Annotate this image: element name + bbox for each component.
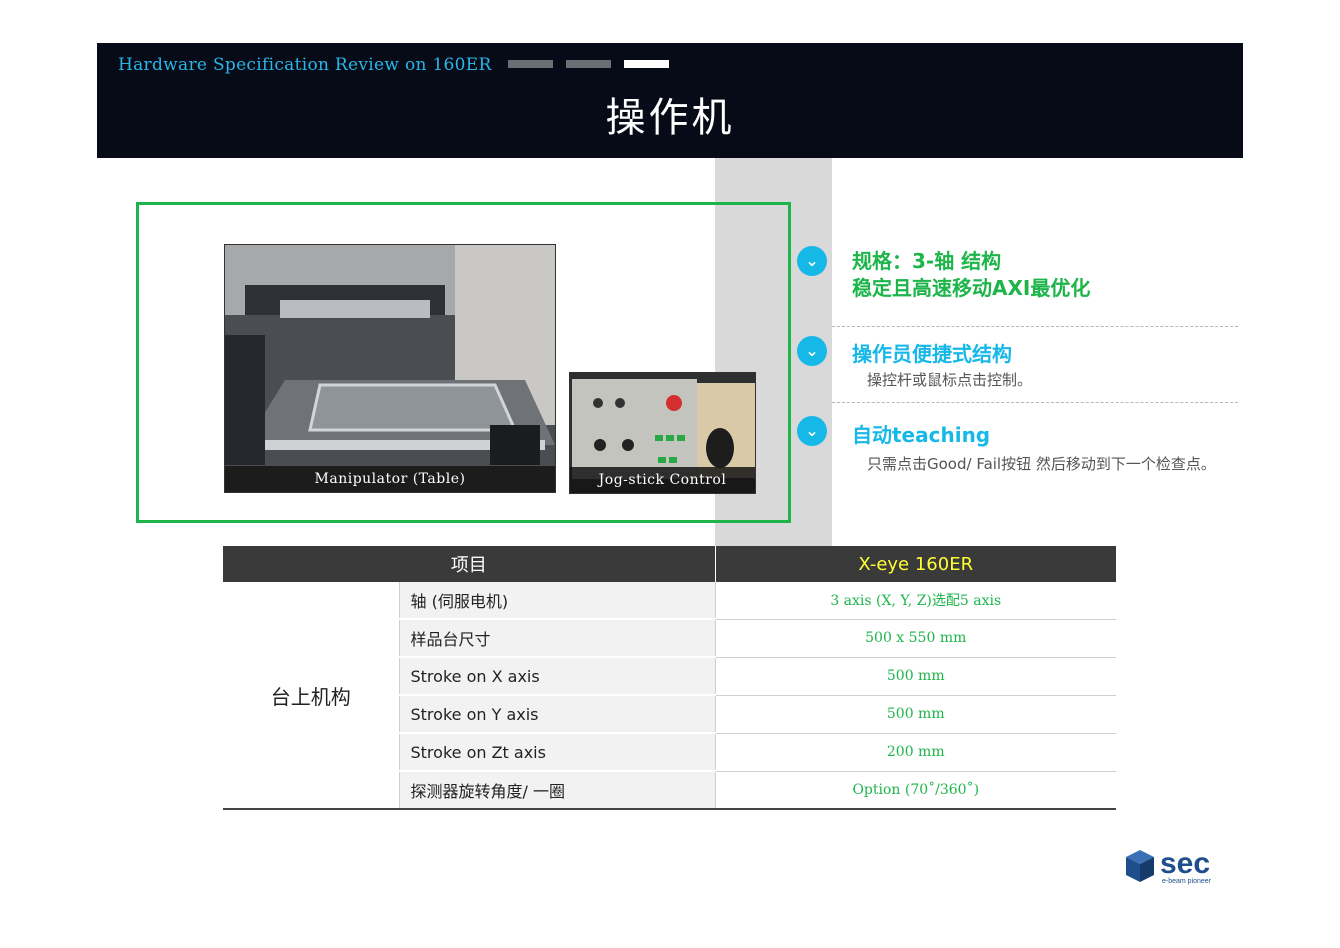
cube-logo-icon: sec e-beam pioneer [1126,847,1212,885]
row-item: 样品台尺寸 [399,619,716,658]
column-header-item: 项目 [223,546,716,582]
spec-table: 项目 X-eye 160ER 台上机构 轴 (伺服电机) 3 axis (X, … [223,546,1116,810]
feature-title-2: 操作员便捷式结构 [852,342,1012,366]
table-header-row: 项目 X-eye 160ER [223,546,1116,582]
feature-title-1: 规格：3-轴 结构 稳定且高速移动AXI最优化 [852,248,1090,302]
header-subtitle: Hardware Specification Review on 160ER [118,55,492,75]
row-item: 轴 (伺服电机) [399,582,716,620]
divider [832,402,1238,403]
feature-desc-2: 操控杆或鼠标点击控制。 [867,371,1033,389]
row-value: 3 axis (X, Y, Z)选配5 axis [715,582,1116,620]
row-value: 200 mm [715,733,1116,772]
row-item: Stroke on Zt axis [399,733,716,772]
row-value: 500 x 550 mm [715,619,1116,658]
jogstick-photo: Jog-stick Control [569,372,756,494]
page-title: 操作机 [605,95,735,141]
progress-bar-2 [566,60,611,68]
header-band: Hardware Specification Review on 160ER 操… [97,43,1243,158]
row-item: 探测器旋转角度/ 一圈 [399,771,716,810]
table-row: 台上机构 轴 (伺服电机) 3 axis (X, Y, Z)选配5 axis [223,582,1116,810]
chevron-down-icon: ⌄ [797,416,827,446]
photo-caption-jogstick: Jog-stick Control [570,467,755,493]
row-group-label: 台上机构 [223,582,400,810]
progress-bar-3 [624,60,669,68]
feature-title-1-line-1: 规格：3-轴 结构 [852,249,1002,273]
divider [832,326,1238,327]
sec-logo: sec e-beam pioneer [1126,847,1226,888]
chevron-down-icon: ⌄ [797,336,827,366]
row-value: 500 mm [715,657,1116,696]
progress-bar-1 [508,60,553,68]
manipulator-illustration [225,245,555,492]
feature-title-1-line-2: 稳定且高速移动AXI最优化 [852,276,1091,300]
logo-wordmark: sec [1160,848,1210,880]
feature-title-3: 自动teaching [852,423,991,447]
feature-desc-3: 只需点击Good/ Fail按钮 然后移动到下一个检查点。 [867,455,1216,473]
column-header-model: X-eye 160ER [715,546,1116,582]
manipulator-photo: Manipulator (Table) [224,244,556,493]
chevron-down-icon: ⌄ [797,246,827,276]
row-item: Stroke on Y axis [399,695,716,734]
row-item: Stroke on X axis [399,657,716,696]
logo-tagline: e-beam pioneer [1162,878,1212,885]
row-value: 500 mm [715,695,1116,734]
photo-caption-manipulator: Manipulator (Table) [225,466,555,492]
row-value: Option (70˚/360˚) [715,771,1116,810]
